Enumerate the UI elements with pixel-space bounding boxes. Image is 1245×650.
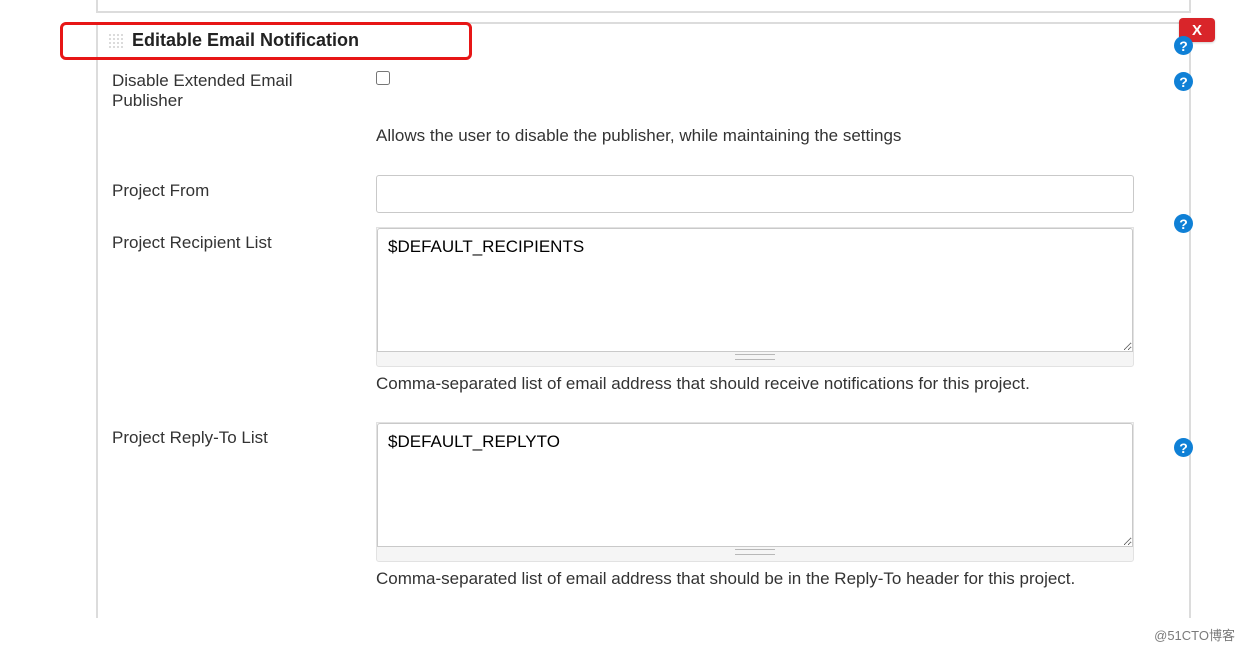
- row-reply-to-list: Project Reply-To List Comma-separated li…: [112, 422, 1175, 610]
- recipient-list-textarea[interactable]: [377, 228, 1133, 352]
- label-reply-to-list: Project Reply-To List: [112, 422, 376, 448]
- email-notification-section: Editable Email Notification X Disable Ex…: [96, 22, 1191, 618]
- field-reply-to-list: Comma-separated list of email address th…: [376, 422, 1134, 610]
- recipient-textarea-wrap: [376, 227, 1134, 367]
- spacer: [112, 119, 376, 125]
- help-icon[interactable]: ?: [1174, 214, 1193, 233]
- watermark: @51CTO博客: [1154, 625, 1235, 644]
- hint-container: Allows the user to disable the publisher…: [376, 119, 1134, 167]
- resize-grip-icon[interactable]: [377, 352, 1133, 362]
- close-icon: X: [1192, 22, 1202, 39]
- form-body: Disable Extended Email Publisher Allows …: [98, 65, 1189, 610]
- recipient-list-hint: Comma-separated list of email address th…: [376, 371, 1134, 397]
- previous-section-border: [96, 0, 1191, 13]
- row-disable-publisher-hint: Allows the user to disable the publisher…: [112, 119, 1175, 167]
- section-header: Editable Email Notification X: [98, 24, 1189, 65]
- help-icon[interactable]: ?: [1174, 36, 1193, 55]
- help-icon[interactable]: ?: [1174, 72, 1193, 91]
- drag-handle-icon[interactable]: [108, 33, 124, 49]
- field-project-from: [376, 175, 1134, 213]
- help-icon[interactable]: ?: [1174, 438, 1193, 457]
- question-mark-icon: ?: [1179, 38, 1188, 54]
- reply-to-list-textarea[interactable]: [377, 423, 1133, 547]
- section-title: Editable Email Notification: [132, 30, 359, 51]
- question-mark-icon: ?: [1179, 216, 1188, 232]
- label-recipient-list: Project Recipient List: [112, 227, 376, 253]
- disable-publisher-checkbox[interactable]: [376, 71, 390, 85]
- question-mark-icon: ?: [1179, 74, 1188, 90]
- label-project-from: Project From: [112, 175, 376, 201]
- checkbox-cell: [376, 65, 390, 85]
- question-mark-icon: ?: [1179, 440, 1188, 456]
- disable-publisher-hint: Allows the user to disable the publisher…: [376, 123, 1134, 149]
- field-recipient-list: Comma-separated list of email address th…: [376, 227, 1134, 415]
- resize-grip-icon[interactable]: [377, 547, 1133, 557]
- label-disable-publisher: Disable Extended Email Publisher: [112, 65, 376, 111]
- row-recipient-list: Project Recipient List Comma-separated l…: [112, 227, 1175, 415]
- row-disable-publisher: Disable Extended Email Publisher: [112, 65, 1175, 111]
- project-from-input[interactable]: [376, 175, 1134, 213]
- reply-to-textarea-wrap: [376, 422, 1134, 562]
- reply-to-list-hint: Comma-separated list of email address th…: [376, 566, 1134, 592]
- row-project-from: Project From: [112, 175, 1175, 213]
